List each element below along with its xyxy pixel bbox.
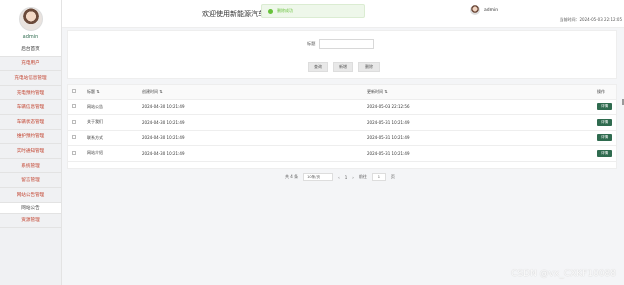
- avatar: [18, 7, 43, 31]
- sidebar-item-resources[interactable]: 资源管理: [0, 213, 61, 229]
- detail-button[interactable]: 详情: [597, 134, 613, 142]
- cell-title: 网站公告: [83, 99, 138, 115]
- sidebar-item-system[interactable]: 系统管理: [0, 158, 61, 174]
- goto-label: 前往: [358, 174, 367, 179]
- table-row: 关于我们 2024-04-30 10:21:49 2024-05-31 10:2…: [68, 114, 616, 131]
- select-all-checkbox[interactable]: [72, 89, 76, 94]
- cell-action: 详情: [593, 145, 616, 162]
- column-header-created[interactable]: 创建时间 ⇅: [138, 85, 363, 100]
- column-header-title[interactable]: 标题 ⇅: [83, 85, 138, 100]
- next-page-icon[interactable]: ›: [352, 175, 354, 180]
- data-table: 标题 ⇅ 创建时间 ⇅ 更新时间 ⇅ 操作 网站公告 2024-04-30 10…: [68, 85, 616, 162]
- cell-created: 2024-04-30 10:21:49: [138, 99, 363, 115]
- pagination-total: 共 4 条: [285, 174, 299, 179]
- search-panel: 标题 查询 新增 删除: [67, 30, 617, 79]
- sidebar-item-charging-booking[interactable]: 充电预约管理: [0, 85, 61, 101]
- pagination: 共 4 条 10条/页 ‹ 1 › 前往 1 页: [285, 173, 395, 181]
- column-header-action: 操作: [593, 85, 616, 100]
- add-button[interactable]: 新增: [333, 62, 353, 72]
- table-row: 联系方式 2024-04-30 10:21:49 2024-05-31 10:2…: [68, 130, 616, 146]
- row-checkbox[interactable]: [72, 104, 76, 109]
- cell-action: 详情: [593, 114, 616, 131]
- user-menu[interactable]: admin: [470, 5, 498, 15]
- cell-title: 网站介绍: [83, 145, 138, 162]
- sidebar-item-realtime-notice[interactable]: 实时通知管理: [0, 144, 61, 159]
- sidebar-item-messages[interactable]: 留言管理: [0, 173, 61, 188]
- row-checkbox-cell: [68, 114, 83, 131]
- row-checkbox-cell: [68, 145, 83, 162]
- header-username: admin: [484, 7, 499, 13]
- select-all-cell: [68, 85, 83, 100]
- search-title-input[interactable]: [319, 39, 374, 49]
- delete-button[interactable]: 删除: [358, 62, 380, 72]
- goto-page-input[interactable]: 1: [371, 173, 386, 181]
- query-button[interactable]: 查询: [308, 62, 328, 72]
- current-time: 当前时间：2024-05-03 22:12:05: [559, 17, 622, 22]
- sidebar-username: admin: [22, 34, 39, 40]
- cell-updated: 2024-05-31 10:21:49: [363, 130, 593, 146]
- search-title-label: 标题: [307, 41, 316, 46]
- cell-title: 关于我们: [83, 114, 138, 131]
- sidebar-item-charging-station[interactable]: 充电站信息管理: [0, 71, 61, 86]
- detail-button[interactable]: 详情: [597, 118, 613, 126]
- sidebar-item-home[interactable]: 后台首页: [0, 42, 61, 57]
- sidebar-item-maintenance-booking[interactable]: 维护预约管理: [0, 129, 61, 145]
- sidebar-profile: admin: [0, 0, 61, 42]
- watermark: CSDN @vx_CXKF10088: [511, 269, 616, 279]
- user-avatar: [470, 5, 480, 15]
- table-header-row: 标题 ⇅ 创建时间 ⇅ 更新时间 ⇅ 操作: [68, 85, 616, 100]
- cell-updated: 2024-05-03 22:12:56: [363, 99, 593, 115]
- sidebar-item-charging-users[interactable]: 充电用户: [0, 56, 61, 72]
- data-table-panel: 标题 ⇅ 创建时间 ⇅ 更新时间 ⇅ 操作 网站公告 2024-04-30 10…: [67, 84, 617, 169]
- prev-page-icon[interactable]: ‹: [338, 175, 340, 180]
- main-content: 标题 查询 新增 删除 标题 ⇅ 创建时间 ⇅ 更新时间 ⇅ 操作 网站公告 2…: [67, 30, 617, 181]
- page-unit-label: 页: [390, 174, 395, 179]
- sidebar-item-vehicle-info[interactable]: 车辆信息管理: [0, 100, 61, 115]
- search-buttons: 查询 新增 删除: [308, 62, 380, 72]
- cell-created: 2024-04-30 10:21:49: [138, 114, 363, 131]
- cell-updated: 2024-05-31 10:21:49: [363, 145, 593, 162]
- page-size-select[interactable]: 10条/页: [303, 173, 334, 181]
- page-title: 欢迎使用新能源汽车: [202, 10, 265, 18]
- cell-created: 2024-04-30 10:21:49: [138, 145, 363, 162]
- cell-action: 详情: [593, 99, 616, 115]
- table-row: 网站介绍 2024-04-30 10:21:49 2024-05-31 10:2…: [68, 145, 616, 162]
- row-checkbox-cell: [68, 130, 83, 146]
- cell-created: 2024-04-30 10:21:49: [138, 130, 363, 146]
- check-circle-icon: [268, 8, 273, 14]
- row-checkbox[interactable]: [72, 119, 76, 124]
- toast-message: 删除成功: [277, 8, 293, 13]
- sidebar-item-site-notice-admin[interactable]: 网站公告管理: [0, 187, 61, 203]
- sidebar-menu: 后台首页 充电用户 充电站信息管理 充电预约管理 车辆信息管理 车辆状态管理 维…: [0, 42, 61, 229]
- sidebar-subitem-site-notice[interactable]: 网站公告: [0, 202, 61, 214]
- row-checkbox[interactable]: [72, 135, 76, 140]
- row-checkbox-cell: [68, 99, 83, 115]
- cell-title: 联系方式: [83, 130, 138, 146]
- row-checkbox[interactable]: [72, 150, 76, 155]
- detail-button[interactable]: 详情: [597, 149, 613, 157]
- sidebar: admin 后台首页 充电用户 充电站信息管理 充电预约管理 车辆信息管理 车辆…: [0, 0, 62, 285]
- cell-action: 详情: [593, 130, 616, 146]
- sidebar-item-vehicle-status[interactable]: 车辆状态管理: [0, 114, 61, 130]
- topbar: 欢迎使用新能源汽车 删除成功 admin 当前时间：2024-05-03 22:…: [62, 0, 624, 28]
- cell-updated: 2024-05-31 10:21:49: [363, 114, 593, 131]
- detail-button[interactable]: 详情: [597, 103, 613, 111]
- column-header-updated[interactable]: 更新时间 ⇅: [363, 85, 593, 100]
- current-page-number[interactable]: 1: [345, 175, 348, 180]
- success-toast: 删除成功: [261, 4, 365, 18]
- table-row: 网站公告 2024-04-30 10:21:49 2024-05-03 22:1…: [68, 99, 616, 115]
